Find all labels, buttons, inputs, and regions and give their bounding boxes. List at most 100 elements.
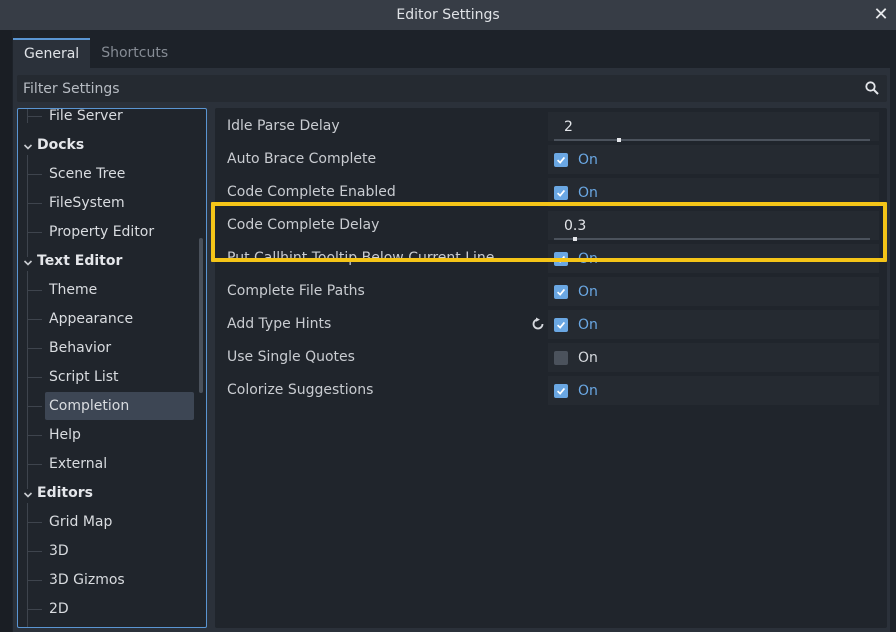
tree-item-label: Text Editor	[37, 253, 123, 269]
tree-branch	[27, 203, 42, 204]
checkbox-checked-icon[interactable]	[554, 384, 568, 398]
number-slider[interactable]: 2	[548, 112, 879, 142]
tree-item-label: Behavior	[49, 340, 112, 356]
revert-icon[interactable]	[531, 317, 545, 331]
tree-item-label: Script List	[49, 369, 119, 385]
toggle-label: On	[578, 152, 598, 168]
filter-settings-input[interactable]	[23, 80, 853, 97]
bool-toggle[interactable]: On	[548, 244, 879, 273]
setting-name: Colorize Suggestions	[227, 382, 374, 398]
tree-item-label: Help	[49, 427, 81, 443]
tree-item-label: Editors	[37, 485, 93, 501]
bool-toggle[interactable]: On	[548, 376, 879, 405]
setting-value[interactable]: 0.3	[564, 218, 586, 234]
tree-item-label: File Server	[49, 108, 123, 124]
tree-branch	[27, 290, 42, 291]
checkbox-checked-icon[interactable]	[554, 153, 568, 167]
setting-row-complete-file-paths: Complete File Paths On	[215, 275, 887, 308]
setting-row-put-callhint-tooltip-below-current-line: Put Callhint Tooltip Below Current Line O…	[215, 242, 887, 275]
setting-row-code-complete-delay: Code Complete Delay 0.3	[215, 209, 887, 242]
tree-item-label: 3D Gizmos	[49, 572, 125, 588]
bool-toggle[interactable]: On	[548, 145, 879, 174]
setting-name: Use Single Quotes	[227, 349, 355, 365]
tree-item-help[interactable]: Help	[18, 421, 198, 449]
tree-item-3d[interactable]: 3D	[18, 537, 198, 565]
tree-branch	[27, 609, 42, 610]
filter-settings-field[interactable]	[17, 75, 887, 102]
checkbox-checked-icon[interactable]	[554, 318, 568, 332]
checkbox-checked-icon[interactable]	[554, 285, 568, 299]
tree-branch	[27, 319, 42, 320]
tree-item-label: 3D	[49, 543, 69, 559]
tree-item-behavior[interactable]: Behavior	[18, 334, 198, 362]
setting-name: Add Type Hints	[227, 316, 332, 332]
chevron-down-icon[interactable]	[23, 140, 33, 150]
tree-branch	[27, 464, 42, 465]
tree-section-editors[interactable]: Editors	[18, 479, 198, 507]
tree-item-file-server[interactable]: File Server	[18, 108, 198, 130]
setting-name: Put Callhint Tooltip Below Current Line	[227, 250, 495, 266]
tree-section-docks[interactable]: Docks	[18, 131, 198, 159]
bool-toggle[interactable]: On	[548, 178, 879, 207]
tree-item-label: Property Editor	[49, 224, 155, 240]
tab-general[interactable]: General	[13, 38, 91, 68]
setting-name: Code Complete Enabled	[227, 184, 396, 200]
setting-row-add-type-hints: Add Type Hints On	[215, 308, 887, 341]
search-icon[interactable]	[865, 81, 879, 95]
tree-item-label: 2D	[49, 601, 69, 617]
tree-branch	[27, 116, 42, 117]
slider-grabber[interactable]	[573, 237, 577, 241]
tree-item-completion[interactable]: Completion	[18, 392, 198, 420]
setting-row-use-single-quotes: Use Single Quotes On	[215, 341, 887, 374]
tree-item-label: Theme	[49, 282, 98, 298]
close-icon[interactable]: ✕	[870, 3, 892, 25]
toggle-label: On	[578, 317, 598, 333]
tree-item-label: External	[49, 456, 108, 472]
tree-branch	[27, 551, 42, 552]
tree-item-script-list[interactable]: Script List	[18, 363, 198, 391]
toggle-label: On	[578, 284, 598, 300]
toggle-label: On	[578, 251, 598, 267]
setting-name: Idle Parse Delay	[227, 118, 340, 134]
chevron-down-icon[interactable]	[23, 488, 33, 498]
settings-tree: File Server Docks Scene Tree FileSystem Prop…	[17, 108, 207, 628]
slider-track[interactable]	[554, 139, 870, 141]
checkbox-unchecked-icon[interactable]	[554, 351, 568, 365]
tree-item-scene-tree[interactable]: Scene Tree	[18, 160, 198, 188]
tree-branch	[27, 174, 42, 175]
number-slider[interactable]: 0.3	[548, 211, 879, 241]
setting-value[interactable]: 2	[564, 119, 573, 135]
bool-toggle[interactable]: On	[548, 343, 879, 372]
tree-item-3d-gizmos[interactable]: 3D Gizmos	[18, 566, 198, 594]
tree-item-label: Completion	[49, 398, 130, 414]
tab-label: General	[24, 46, 80, 62]
setting-row-colorize-suggestions: Colorize Suggestions On	[215, 374, 887, 407]
tree-branch	[27, 377, 42, 378]
setting-name: Code Complete Delay	[227, 217, 380, 233]
slider-track[interactable]	[554, 238, 870, 240]
tree-item-external[interactable]: External	[18, 450, 198, 478]
tab-label: Shortcuts	[101, 45, 169, 61]
tree-scrollbar[interactable]	[199, 238, 203, 393]
checkbox-checked-icon[interactable]	[554, 186, 568, 200]
setting-row-idle-parse-delay: Idle Parse Delay 2	[215, 110, 887, 143]
bool-toggle[interactable]: On	[548, 310, 879, 339]
checkbox-checked-icon[interactable]	[554, 252, 568, 266]
tree-section-text-editor[interactable]: Text Editor	[18, 247, 198, 275]
tab-shortcuts[interactable]: Shortcuts	[90, 38, 179, 68]
chevron-down-icon[interactable]	[23, 256, 33, 266]
editor-backdrop	[0, 30, 12, 632]
tree-item-grid-map[interactable]: Grid Map	[18, 508, 198, 536]
title-bar: Editor Settings ✕	[0, 0, 896, 30]
setting-name: Complete File Paths	[227, 283, 365, 299]
tree-branch	[27, 348, 42, 349]
slider-grabber[interactable]	[617, 138, 621, 142]
tree-item-theme[interactable]: Theme	[18, 276, 198, 304]
tree-item-filesystem[interactable]: FileSystem	[18, 189, 198, 217]
tree-item-appearance[interactable]: Appearance	[18, 305, 198, 333]
setting-name: Auto Brace Complete	[227, 151, 377, 167]
bool-toggle[interactable]: On	[548, 277, 879, 306]
tree-item-2d[interactable]: 2D	[18, 595, 198, 623]
tree-item-property-editor[interactable]: Property Editor	[18, 218, 198, 246]
setting-row-auto-brace-complete: Auto Brace Complete On	[215, 143, 887, 176]
